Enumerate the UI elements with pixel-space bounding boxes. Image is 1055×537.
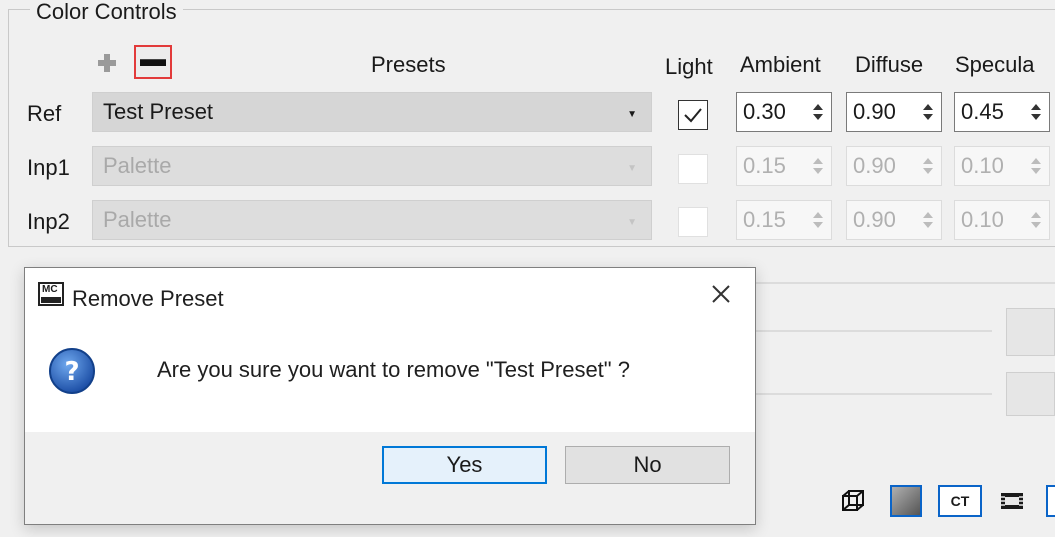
- spin-arrows-icon[interactable]: [811, 155, 825, 177]
- spin-arrows-icon[interactable]: [1029, 209, 1043, 231]
- app-icon: MC: [38, 282, 64, 306]
- specular-value: 0.10: [961, 153, 1004, 178]
- ambient-value: 0.15: [743, 153, 786, 178]
- light-checkbox-inp1[interactable]: [678, 154, 708, 184]
- remove-preset-dialog: MC Remove Preset ? Are you sure you want…: [24, 267, 756, 525]
- panel-divider: [756, 282, 1055, 284]
- diffuse-value: 0.90: [853, 207, 896, 232]
- ct-label: CT: [938, 485, 982, 517]
- row-label-ref: Ref: [27, 101, 62, 126]
- row-label-inp2: Inp2: [27, 209, 70, 234]
- spin-arrows-icon[interactable]: [811, 101, 825, 123]
- ambient-value: 0.30: [743, 99, 786, 124]
- slider-track[interactable]: [756, 330, 992, 332]
- spin-arrows-icon[interactable]: [811, 209, 825, 231]
- spin-arrows-icon[interactable]: [921, 155, 935, 177]
- dialog-title: Remove Preset: [72, 286, 224, 311]
- yes-button[interactable]: Yes: [382, 446, 547, 484]
- header-light: Light: [665, 54, 713, 79]
- diffuse-spinbox-ref[interactable]: 0.90: [846, 92, 942, 132]
- panel-button[interactable]: [1006, 372, 1055, 416]
- specular-value: 0.45: [961, 99, 1004, 124]
- dropdown-arrow-icon: ▼: [627, 217, 637, 228]
- preset-combo-value: Palette: [103, 207, 172, 232]
- specular-spinbox-inp2[interactable]: 0.10: [954, 200, 1050, 240]
- specular-value: 0.10: [961, 207, 1004, 232]
- dialog-message: Are you sure you want to remove "Test Pr…: [157, 357, 630, 382]
- ambient-spinbox-ref[interactable]: 0.30: [736, 92, 832, 132]
- preset-combo-inp1[interactable]: Palette ▼: [92, 146, 652, 186]
- diffuse-spinbox-inp1[interactable]: 0.90: [846, 146, 942, 186]
- preset-combo-value: Test Preset: [103, 99, 214, 124]
- dropdown-arrow-icon: ▼: [627, 109, 637, 120]
- ct-icon[interactable]: CT: [936, 484, 984, 518]
- diffuse-spinbox-inp2[interactable]: 0.90: [846, 200, 942, 240]
- light-checkbox-inp2[interactable]: [678, 207, 708, 237]
- svg-text:?: ?: [64, 357, 79, 387]
- light-checkbox-ref[interactable]: [678, 100, 708, 130]
- specular-spinbox-ref[interactable]: 0.45: [954, 92, 1050, 132]
- add-preset-button[interactable]: [94, 50, 120, 76]
- spin-arrows-icon[interactable]: [921, 209, 935, 231]
- close-icon[interactable]: [707, 280, 735, 308]
- preset-combo-inp2[interactable]: Palette ▼: [92, 200, 652, 240]
- diffuse-value: 0.90: [853, 99, 896, 124]
- partial-button[interactable]: [1046, 484, 1055, 518]
- row-label-inp1: Inp1: [27, 155, 70, 180]
- specular-spinbox-inp1[interactable]: 0.10: [954, 146, 1050, 186]
- plus-icon: [98, 54, 116, 72]
- ambient-spinbox-inp1[interactable]: 0.15: [736, 146, 832, 186]
- remove-preset-button[interactable]: [134, 45, 172, 79]
- question-icon: ?: [49, 348, 95, 394]
- checkmark-icon: [684, 108, 702, 123]
- group-title: Color Controls: [30, 0, 183, 24]
- ambient-value: 0.15: [743, 207, 786, 232]
- preset-combo-ref[interactable]: Test Preset ▼: [92, 92, 652, 132]
- film-icon[interactable]: [994, 484, 1030, 518]
- preset-combo-value: Palette: [103, 153, 172, 178]
- spin-arrows-icon[interactable]: [921, 101, 935, 123]
- diffuse-value: 0.90: [853, 153, 896, 178]
- header-diffuse: Diffuse: [855, 52, 924, 77]
- ambient-spinbox-inp2[interactable]: 0.15: [736, 200, 832, 240]
- minus-icon: [140, 58, 166, 66]
- spin-arrows-icon[interactable]: [1029, 155, 1043, 177]
- header-presets: Presets: [371, 52, 446, 77]
- slider-track[interactable]: [756, 393, 992, 395]
- spin-arrows-icon[interactable]: [1029, 101, 1043, 123]
- no-button[interactable]: No: [565, 446, 730, 484]
- header-specular: Specula: [955, 52, 1035, 77]
- panel-button[interactable]: [1006, 308, 1055, 356]
- dropdown-arrow-icon: ▼: [627, 163, 637, 174]
- app-icon-text: MC: [42, 284, 58, 295]
- wireframe-cube-icon[interactable]: [836, 484, 870, 518]
- header-ambient: Ambient: [740, 52, 821, 77]
- gray-square-icon[interactable]: [888, 484, 924, 518]
